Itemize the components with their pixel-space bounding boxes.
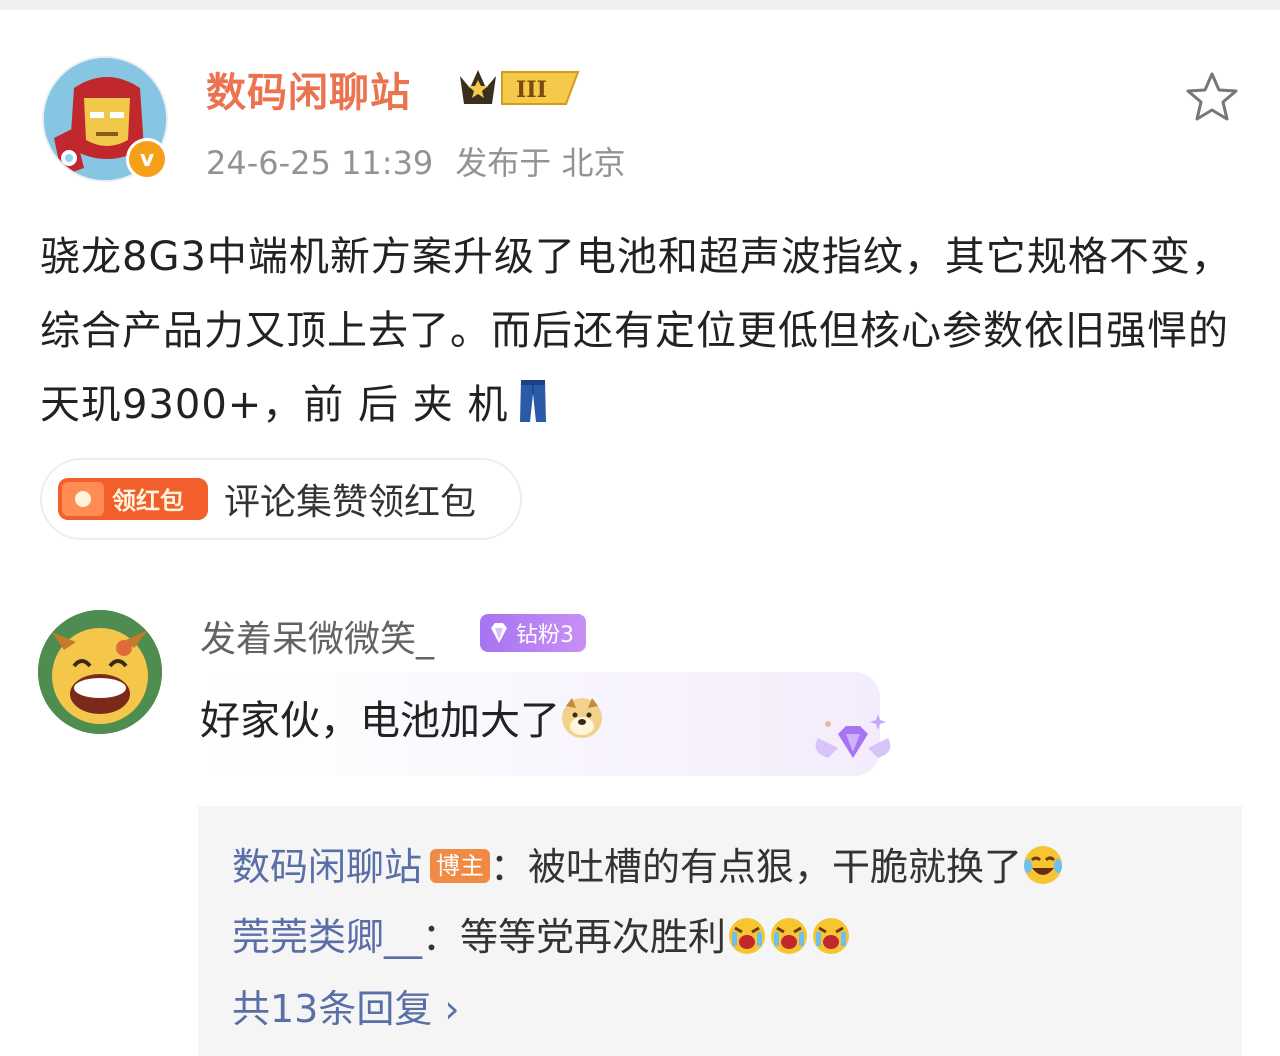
red-packet-button[interactable]: 领红包 评论集赞领红包	[40, 458, 522, 540]
blogger-tag: 博主	[430, 849, 491, 883]
reply-text: ：被吐槽的有点狠，干脆就换了	[490, 845, 1023, 889]
reply-item[interactable]: 数码闲聊站 博主 ：被吐槽的有点狠，干脆就换了	[232, 836, 1064, 891]
fan-badge-text: 钻粉3	[516, 623, 574, 648]
commenter-avatar[interactable]	[38, 610, 162, 734]
reply-item[interactable]: 莞莞类卿__：等等党再次胜利	[232, 906, 852, 961]
reply-text: ：等等党再次胜利	[422, 915, 727, 959]
doge-icon	[560, 696, 604, 740]
jeans-icon	[518, 374, 548, 422]
svg-text:III: III	[516, 77, 547, 103]
reply-author[interactable]: 数码闲聊站	[232, 845, 422, 889]
crying-icon	[810, 914, 852, 956]
diamond-wings-icon	[808, 708, 898, 780]
crying-icon	[726, 914, 768, 956]
post-text-block: 骁龙8G3中端机新方案升级了电池和超声波指纹，其它规格不变，综合产品力又顶上去了…	[40, 220, 1250, 442]
verified-badge-icon: v	[126, 138, 168, 180]
post-location: 发布于 北京	[455, 144, 626, 182]
comment-text-line: 好家伙，电池加大了	[200, 688, 604, 746]
crying-icon	[768, 914, 810, 956]
post-text: 骁龙8G3中端机新方案升级了电池和超声波指纹，其它规格不变，综合产品力又顶上去了…	[40, 234, 1232, 428]
red-packet-icon: 领红包	[58, 474, 208, 524]
commenter-name[interactable]: 发着呆微微笑_	[200, 610, 434, 662]
svg-text:领红包: 领红包	[112, 487, 184, 515]
reply-author[interactable]: 莞莞类卿__	[232, 915, 422, 959]
comment-text: 好家伙，电池加大了	[200, 698, 560, 744]
red-packet-text: 评论集赞领红包	[224, 482, 477, 523]
view-more-replies-link[interactable]: 共13条回复 ›	[232, 978, 460, 1033]
post-author-name[interactable]: 数码闲聊站	[206, 60, 411, 118]
fan-level-badge: 钻粉3	[480, 614, 586, 652]
member-level-badge-icon[interactable]: III	[456, 64, 584, 110]
diamond-icon	[491, 623, 507, 643]
post-meta: 24-6-25 11:39 发布于 北京	[206, 138, 647, 184]
top-strip	[0, 0, 1280, 10]
post-time: 24-6-25 11:39	[206, 144, 434, 182]
favorite-star-icon[interactable]	[1184, 70, 1240, 124]
laugh-cry-icon	[1022, 844, 1064, 886]
